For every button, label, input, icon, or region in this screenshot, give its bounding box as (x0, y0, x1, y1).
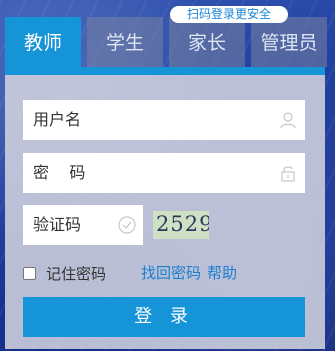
remember-label: 记住密码 (46, 264, 107, 283)
password-placeholder: 密 码 (33, 163, 86, 182)
role-tabs: 教师 学生 家长 管理员 (5, 17, 330, 67)
remember-checkbox[interactable] (23, 266, 36, 280)
tab-parent[interactable]: 家长 (169, 17, 245, 67)
password-field[interactable]: 密 码 (23, 153, 305, 193)
captcha-placeholder: 验证码 (33, 215, 82, 234)
help-link[interactable]: 帮助 (207, 264, 237, 282)
captcha-image[interactable]: 2529 (153, 211, 209, 239)
remember-password[interactable]: 记住密码 (23, 263, 106, 283)
username-field[interactable]: 用户名 (23, 100, 305, 140)
lock-icon (281, 166, 295, 182)
user-icon (280, 112, 296, 129)
check-circle-icon (118, 216, 136, 234)
tab-teacher[interactable]: 教师 (5, 17, 81, 67)
help-links: 找回密码 帮助 (141, 263, 237, 283)
tab-student[interactable]: 学生 (87, 17, 163, 67)
login-panel: 用户名 密 码 验证码 2529 记住密码 找回密码 帮助 登 录 (5, 67, 325, 349)
username-placeholder: 用户名 (33, 110, 82, 129)
find-password-link[interactable]: 找回密码 (141, 264, 201, 282)
captcha-field[interactable]: 验证码 (23, 205, 143, 245)
login-button[interactable]: 登 录 (23, 297, 305, 337)
qr-login-hint[interactable]: 扫码登录更安全 (170, 6, 288, 23)
captcha-text: 2529 (156, 212, 209, 236)
tab-admin[interactable]: 管理员 (251, 17, 327, 67)
